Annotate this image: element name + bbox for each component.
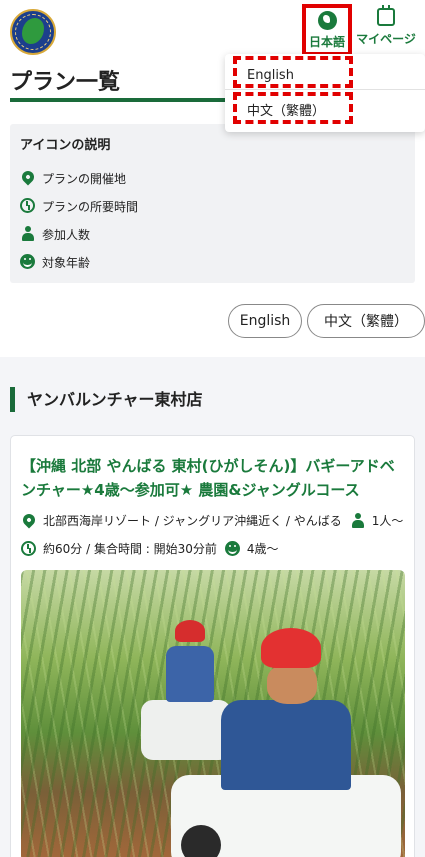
icon-legend-title: アイコンの説明	[20, 138, 111, 153]
legend-item-label: プランの所要時間	[42, 199, 139, 214]
legend-item-location: プランの開催地	[19, 168, 127, 188]
smile-icon	[224, 540, 241, 557]
legend-item-label: 対象年齢	[42, 255, 91, 270]
icon-legend: アイコンの説明 プランの開催地 プランの所要時間 参加人数 対象年齢	[10, 124, 415, 283]
plan-duration: 約60分 / 集合時間 : 開始30分前	[43, 542, 217, 556]
legend-item-label: プランの開催地	[42, 171, 127, 186]
plan-location-row: 北部西海岸リゾート / ジャングリア沖縄近く / やんばる 1人〜	[20, 511, 404, 529]
location-pin-icon	[20, 511, 38, 529]
language-button[interactable]: 日本語	[302, 4, 352, 56]
rider-face	[267, 664, 317, 704]
rider	[221, 700, 351, 790]
plan-photo[interactable]	[21, 570, 405, 857]
plan-duration-row: 約60分 / 集合時間 : 開始30分前 4歳〜	[21, 540, 279, 557]
legend-item-age: 対象年齢	[20, 252, 90, 272]
plan-participants: 1人〜	[371, 514, 404, 528]
language-option-chinese[interactable]: 中文（繁體）	[233, 92, 353, 124]
language-option-english[interactable]: English	[233, 56, 353, 88]
smile-icon	[20, 254, 36, 270]
site-logo[interactable]	[10, 9, 56, 55]
clock-icon	[21, 540, 37, 557]
atv-vehicle	[141, 700, 231, 760]
shop-name-heading: ヤンバルンチャー東村店	[10, 387, 203, 412]
helmet	[261, 628, 321, 668]
legend-item-participants: 参加人数	[20, 224, 90, 244]
language-button-label: 日本語	[308, 34, 345, 49]
page-title: プラン一覧	[10, 70, 121, 95]
helmet	[175, 620, 205, 642]
mypage-button[interactable]: マイページ	[354, 5, 418, 52]
legend-item-label: 参加人数	[42, 227, 91, 242]
person-icon	[20, 226, 36, 242]
language-pill-chinese[interactable]: 中文（繁體）	[307, 304, 425, 338]
calendar-icon	[377, 5, 395, 26]
person-icon	[350, 512, 366, 529]
plan-age: 4歳〜	[246, 542, 279, 556]
rider	[166, 646, 214, 702]
clock-icon	[20, 198, 36, 214]
location-pin-icon	[19, 168, 37, 186]
mypage-button-label: マイページ	[356, 32, 416, 46]
plan-title-link[interactable]: 【沖縄 北部 やんばる 東村(ひがしそん)】バギーアドベンチャー★4歳〜参加可★…	[21, 454, 406, 502]
language-dropdown: English 中文（繁體）	[225, 54, 425, 132]
header: 日本語 マイページ	[0, 0, 425, 62]
plan-card[interactable]: 【沖縄 北部 やんばる 東村(ひがしそん)】バギーアドベンチャー★4歳〜参加可★…	[10, 435, 415, 857]
plan-location: 北部西海岸リゾート / ジャングリア沖縄近く / やんばる	[43, 514, 342, 528]
shop-section: ヤンバルンチャー東村店 【沖縄 北部 やんばる 東村(ひがしそん)】バギーアドベ…	[0, 357, 425, 857]
dropdown-divider	[225, 89, 425, 90]
language-pill-english[interactable]: English	[228, 304, 302, 338]
legend-item-duration: プランの所要時間	[20, 196, 138, 216]
title-underline	[10, 98, 225, 102]
globe-icon	[317, 10, 337, 30]
